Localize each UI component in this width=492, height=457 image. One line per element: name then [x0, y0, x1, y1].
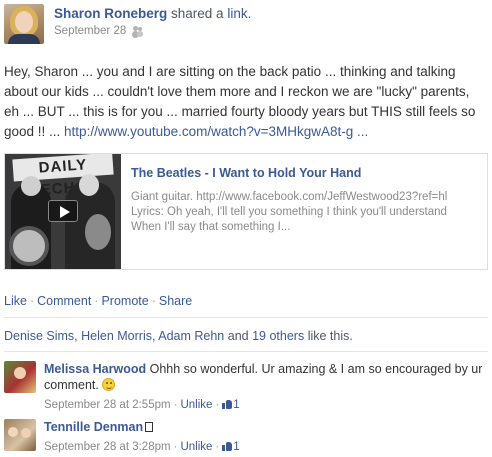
divider	[4, 351, 488, 352]
post-actions: Like · Comment · Promote · Share	[4, 294, 192, 308]
author-name[interactable]: Sharon Roneberg	[54, 6, 167, 21]
unlike-button[interactable]: Unlike	[180, 399, 212, 411]
like-button[interactable]: Like	[4, 294, 27, 308]
others-link[interactable]: 19 others	[252, 329, 304, 343]
friends-icon[interactable]	[132, 26, 144, 36]
card-description: Giant guitar. http://www.facebook.com/Je…	[131, 191, 448, 233]
separator: ·	[151, 294, 156, 308]
comment-body: Melissa Harwood Ohhh so wonderful. Ur am…	[44, 361, 488, 413]
comment-button[interactable]: Comment	[37, 294, 91, 308]
author-avatar[interactable]	[4, 4, 44, 44]
thumbs-up-icon	[222, 399, 233, 409]
like-count[interactable]: 1	[233, 441, 239, 453]
likes-summary: Denise Sims, Helen Morris, Adam Rehn and…	[4, 329, 353, 343]
smiley-icon	[102, 378, 116, 391]
post-message: Hey, Sharon ... you and I are sitting on…	[4, 62, 488, 142]
liker-name[interactable]: Denise Sims	[4, 329, 74, 343]
comment-timestamp[interactable]: September 28 at 3:28pm	[44, 441, 171, 453]
comment-body: Tennille Denman September 28 at 3:28pm · U…	[44, 419, 488, 455]
commenter-name[interactable]: Tennille Denman	[44, 420, 143, 434]
share-button[interactable]: Share	[159, 294, 192, 308]
promote-button[interactable]: Promote	[101, 294, 148, 308]
commenter-avatar[interactable]	[4, 361, 36, 393]
link-preview-card[interactable]: DAILY ECHO The Beatles - I Want to Hold …	[4, 153, 488, 270]
separator: ·	[173, 399, 178, 411]
comment: Tennille Denman September 28 at 3:28pm · U…	[4, 419, 488, 457]
placeholder-glyph-icon	[145, 422, 154, 432]
date-line: September 28	[54, 25, 251, 37]
shared-link[interactable]: link	[227, 6, 247, 21]
shared-text: shared a	[171, 6, 224, 21]
thumbs-up-icon	[222, 441, 233, 451]
play-icon[interactable]	[48, 200, 78, 222]
likes-connector: and	[227, 329, 249, 343]
commenter-avatar[interactable]	[4, 419, 36, 451]
video-thumbnail[interactable]: DAILY ECHO	[5, 154, 121, 269]
unlike-button[interactable]: Unlike	[180, 441, 212, 453]
separator: ·	[29, 294, 35, 308]
shared-period: .	[247, 6, 252, 21]
liker-name[interactable]: Helen Morris	[81, 329, 152, 343]
comment: Melissa Harwood Ohhh so wonderful. Ur am…	[4, 361, 488, 411]
card-body: The Beatles - I Want to Hold Your Hand G…	[131, 166, 483, 235]
commenter-name[interactable]: Melissa Harwood	[44, 362, 146, 376]
post-date[interactable]: September 28	[54, 25, 126, 37]
separator: ·	[215, 441, 220, 453]
separator: ·	[215, 399, 220, 411]
comment-meta: September 28 at 2:55pm · Unlike · 1	[44, 397, 488, 413]
likes-suffix: like this.	[307, 329, 353, 343]
author-line: Sharon Roneberg shared a link.	[54, 6, 251, 21]
post-header: Sharon Roneberg shared a link. September…	[4, 4, 490, 44]
card-title[interactable]: The Beatles - I Want to Hold Your Hand	[131, 166, 483, 180]
divider	[4, 317, 488, 318]
youtube-link[interactable]: http://www.youtube.com/watch?v=3MHkgwA8t…	[64, 124, 368, 139]
like-count[interactable]: 1	[233, 399, 239, 411]
separator: ·	[173, 441, 178, 453]
separator: ·	[94, 294, 99, 308]
liker-name[interactable]: Adam Rehn	[158, 329, 224, 343]
post-meta: Sharon Roneberg shared a link. September…	[54, 6, 251, 37]
comment-meta: September 28 at 3:28pm · Unlike · 1	[44, 439, 488, 455]
comment-timestamp[interactable]: September 28 at 2:55pm	[44, 399, 171, 411]
